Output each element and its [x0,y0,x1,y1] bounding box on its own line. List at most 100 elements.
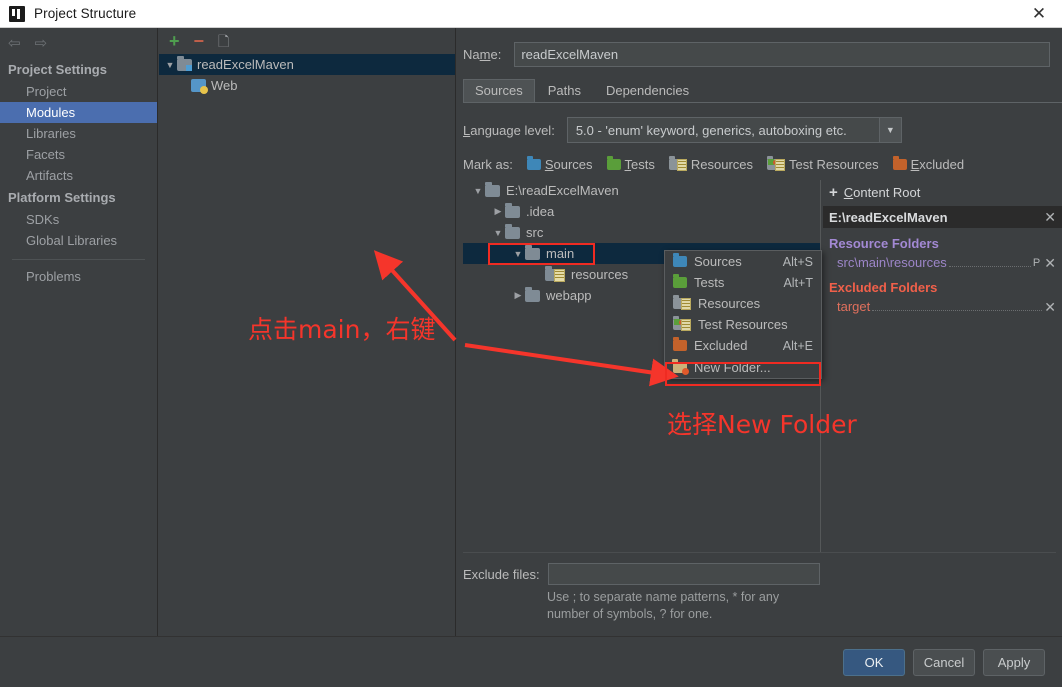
excluded-folder-icon [892,156,907,170]
language-level-row: Language level: 5.0 - 'enum' keyword, ge… [457,103,1062,143]
resources-folder-icon [545,265,565,282]
add-module-icon[interactable]: + [169,32,180,50]
mark-as-resources-button[interactable]: Resources [668,156,753,172]
content-root-panel: + Content Root E:\readExcelMaven ✕ Resou… [823,180,1062,552]
settings-sidebar: ⇦ ⇨ Project Settings Project Modules Lib… [0,28,158,687]
module-tree-item-label: readExcelMaven [197,57,294,72]
tab-paths[interactable]: Paths [536,79,593,102]
exclude-files-label: Exclude files: [463,566,540,582]
module-tree-item-web[interactable]: Web [159,75,455,96]
modules-tree: ▼ readExcelMaven Web [159,54,455,96]
excluded-folder-row[interactable]: target ✕ [823,297,1062,316]
folder-icon [505,223,520,239]
chevron-down-icon[interactable]: ▼ [878,118,901,142]
add-content-root-button[interactable]: + Content Root [823,180,1062,206]
exclude-files-input[interactable] [547,563,820,585]
chevron-down-icon[interactable]: ▼ [491,228,505,238]
back-arrow-icon[interactable]: ⇦ [8,36,21,51]
mark-as-test-resources-button[interactable]: Test Resources [767,156,879,172]
exclude-files-row: Exclude files: [463,553,1056,585]
forward-arrow-icon[interactable]: ⇨ [35,36,48,51]
sidebar-item-libraries[interactable]: Libraries [0,123,157,144]
window-title: Project Structure [34,6,137,21]
sidebar-item-project[interactable]: Project [0,81,157,102]
cancel-button[interactable]: Cancel [913,649,975,676]
remove-content-root-icon[interactable]: ✕ [1044,210,1056,224]
package-prefix-icon[interactable]: P [1033,257,1040,269]
context-menu-item-shortcut: Alt+E [782,338,813,353]
chevron-right-icon[interactable]: ▶ [511,290,525,301]
plus-icon: + [829,184,838,201]
module-name-input[interactable]: readExcelMaven [514,42,1050,67]
tree-row-idea[interactable]: ▶ .idea [463,201,820,222]
remove-resource-folder-icon[interactable]: ✕ [1044,256,1056,270]
web-facet-icon [191,79,208,94]
context-menu-item-excluded[interactable]: Excluded Alt+E [665,335,821,356]
intellij-idea-logo-icon [9,5,25,22]
tree-row-content-root[interactable]: ▼ E:\readExcelMaven [463,180,820,201]
sidebar-item-artifacts[interactable]: Artifacts [0,165,157,186]
mark-as-context-menu: Sources Alt+S Tests Alt+T Resources Test… [664,250,822,379]
exclude-files-hint: Use ; to separate name patterns, * for a… [463,585,1056,623]
tree-row-src[interactable]: ▼ src [463,222,820,243]
tree-row-label: resources [571,267,629,282]
sidebar-item-problems[interactable]: Problems [0,266,157,287]
ok-button[interactable]: OK [843,649,905,676]
context-menu-item-sources[interactable]: Sources Alt+S [665,251,821,272]
mark-as-label: Mark as: [463,157,513,172]
content-root-header: E:\readExcelMaven ✕ [823,206,1062,228]
chevron-down-icon[interactable]: ▼ [471,186,485,196]
close-icon[interactable]: ✕ [1016,0,1062,27]
dotted-leader [872,310,1043,311]
exclude-hint-line-2: number of symbols, ? for one. [547,607,713,621]
resource-folder-row[interactable]: src\main\resources P ✕ [823,253,1062,272]
excluded-folder-icon [673,337,687,351]
context-menu-item-resources[interactable]: Resources [665,293,821,314]
highlight-box-new-folder [665,362,821,386]
sidebar-item-facets[interactable]: Facets [0,144,157,165]
remove-module-icon[interactable]: − [194,32,205,50]
test-resources-folder-icon [767,156,786,171]
context-menu-item-label: Resources [698,296,761,311]
mark-as-row: Mark as: Sources Tests Resources Test Re… [457,143,1062,172]
resources-folder-icon [668,156,687,171]
chevron-right-icon[interactable]: ▶ [491,206,505,217]
apply-button[interactable]: Apply [983,649,1045,676]
sidebar-item-sdks[interactable]: SDKs [0,209,157,230]
tab-sources[interactable]: Sources [463,79,535,102]
language-level-label: Language level: [463,122,555,138]
sidebar-divider [12,259,145,260]
add-content-root-label: Content Root [843,185,921,200]
exclude-hint-line-1: Use ; to separate name patterns, * for a… [547,590,780,604]
module-tree-item-readexcelmaven[interactable]: ▼ readExcelMaven [159,54,455,75]
mark-as-tests-label: Tests [624,157,655,172]
language-level-select[interactable]: 5.0 - 'enum' keyword, generics, autoboxi… [566,117,902,143]
tree-row-label: src [526,225,544,240]
context-menu-item-test-resources[interactable]: Test Resources [665,314,821,335]
modules-toolbar: + − 🗋 [159,28,455,54]
remove-excluded-folder-icon[interactable]: ✕ [1044,300,1056,314]
detail-tabs: Sources Paths Dependencies [463,79,1062,103]
sources-folder-icon [673,253,687,267]
mark-as-excluded-button[interactable]: Excluded [892,156,965,172]
tree-row-label: .idea [526,204,555,219]
chevron-down-icon[interactable]: ▼ [163,60,177,70]
module-folder-icon [177,55,192,71]
mark-as-tests-button[interactable]: Tests [606,156,655,172]
test-resources-folder-icon [673,316,691,331]
copy-module-icon[interactable]: 🗋 [218,34,229,48]
mark-as-sources-button[interactable]: Sources [526,156,593,172]
excluded-folder-path: target [837,299,871,314]
context-menu-item-label: Sources [694,254,742,269]
context-menu-item-shortcut: Alt+T [783,275,813,290]
mark-as-excluded-label: Excluded [910,157,965,172]
tab-dependencies[interactable]: Dependencies [594,79,701,102]
folder-icon [525,286,540,302]
sidebar-item-global-libraries[interactable]: Global Libraries [0,230,157,251]
sources-folder-icon [526,156,541,170]
context-menu-item-tests[interactable]: Tests Alt+T [665,272,821,293]
language-level-value: 5.0 - 'enum' keyword, generics, autoboxi… [575,122,847,138]
dialog-footer: http://blog.csdn.net/gxxApp_csdn OK Canc… [0,636,1062,687]
sidebar-item-modules[interactable]: Modules [0,102,157,123]
tree-row-label: E:\readExcelMaven [506,183,619,198]
